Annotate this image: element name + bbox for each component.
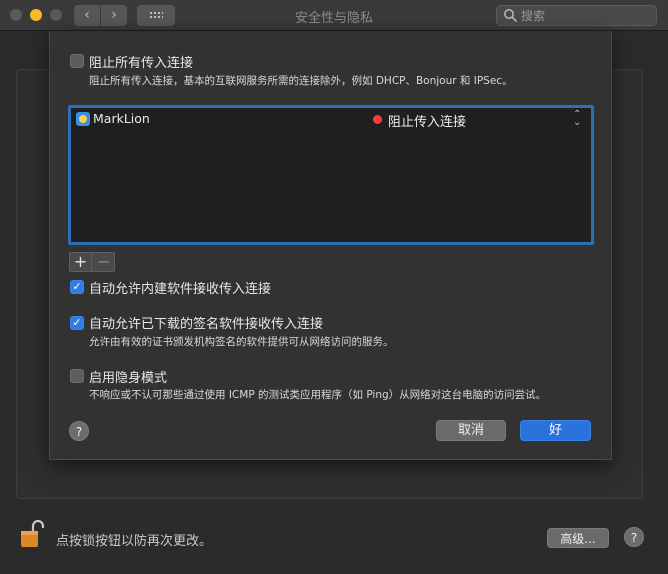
- search-field[interactable]: [496, 5, 657, 26]
- add-app-button[interactable]: +: [70, 253, 92, 271]
- app-name: MarkLion: [93, 111, 150, 126]
- popup-chevron-icon[interactable]: ⌃ ⌄: [573, 110, 581, 128]
- lock-hint-text: 点按锁按钮以防再次更改。: [56, 534, 213, 549]
- list-item[interactable]: MarkLion 阻止传入连接 ⌃ ⌄: [71, 108, 591, 130]
- advanced-button[interactable]: 高级...: [547, 528, 609, 548]
- firewall-options-sheet: 阻止所有传入连接 阻止所有传入连接，基本的互联网服务所需的连接除外，例如 DHC…: [49, 31, 612, 460]
- cancel-button[interactable]: 取消: [436, 420, 506, 441]
- allow-signed-description: 允许由有效的证书颁发机构签名的软件提供可从网络访问的服务。: [89, 336, 394, 348]
- remove-app-button[interactable]: −: [93, 253, 115, 271]
- allow-signed-label: 自动允许已下载的签名软件接收传入连接: [89, 317, 324, 332]
- unlocked-lock-icon[interactable]: [20, 519, 44, 549]
- stealth-mode-checkbox[interactable]: [70, 369, 84, 383]
- app-list[interactable]: MarkLion 阻止传入连接 ⌃ ⌄: [68, 105, 594, 245]
- preferences-window: ‹ › 安全性与隐私 点按锁按钮以防再次更改。 高级... ? 阻止所有传入连接…: [0, 0, 668, 574]
- stealth-mode-description: 不响应或不认可那些通过使用 ICMP 的测试类应用程序（如 Ping）从网络对这…: [89, 389, 547, 401]
- help-button[interactable]: ?: [624, 527, 644, 547]
- allow-builtin-checkbox[interactable]: ✓: [70, 280, 84, 294]
- add-remove-control: + −: [69, 252, 115, 272]
- block-all-checkbox[interactable]: [70, 54, 84, 68]
- ok-button[interactable]: 好: [520, 420, 591, 441]
- app-icon: [76, 112, 90, 126]
- title-bar: ‹ › 安全性与隐私: [0, 0, 668, 31]
- stealth-mode-label: 启用隐身模式: [89, 371, 168, 386]
- search-input[interactable]: [519, 6, 651, 25]
- status-dot-icon: [373, 115, 382, 124]
- block-all-label: 阻止所有传入连接: [89, 56, 194, 71]
- sheet-help-button[interactable]: ?: [69, 421, 89, 441]
- block-all-description: 阻止所有传入连接，基本的互联网服务所需的连接除外，例如 DHCP、Bonjour…: [89, 75, 513, 87]
- allow-signed-checkbox[interactable]: ✓: [70, 316, 84, 330]
- allow-builtin-label: 自动允许内建软件接收传入连接: [89, 282, 272, 297]
- app-connection-status[interactable]: 阻止传入连接: [388, 111, 466, 130]
- search-icon: [504, 9, 517, 22]
